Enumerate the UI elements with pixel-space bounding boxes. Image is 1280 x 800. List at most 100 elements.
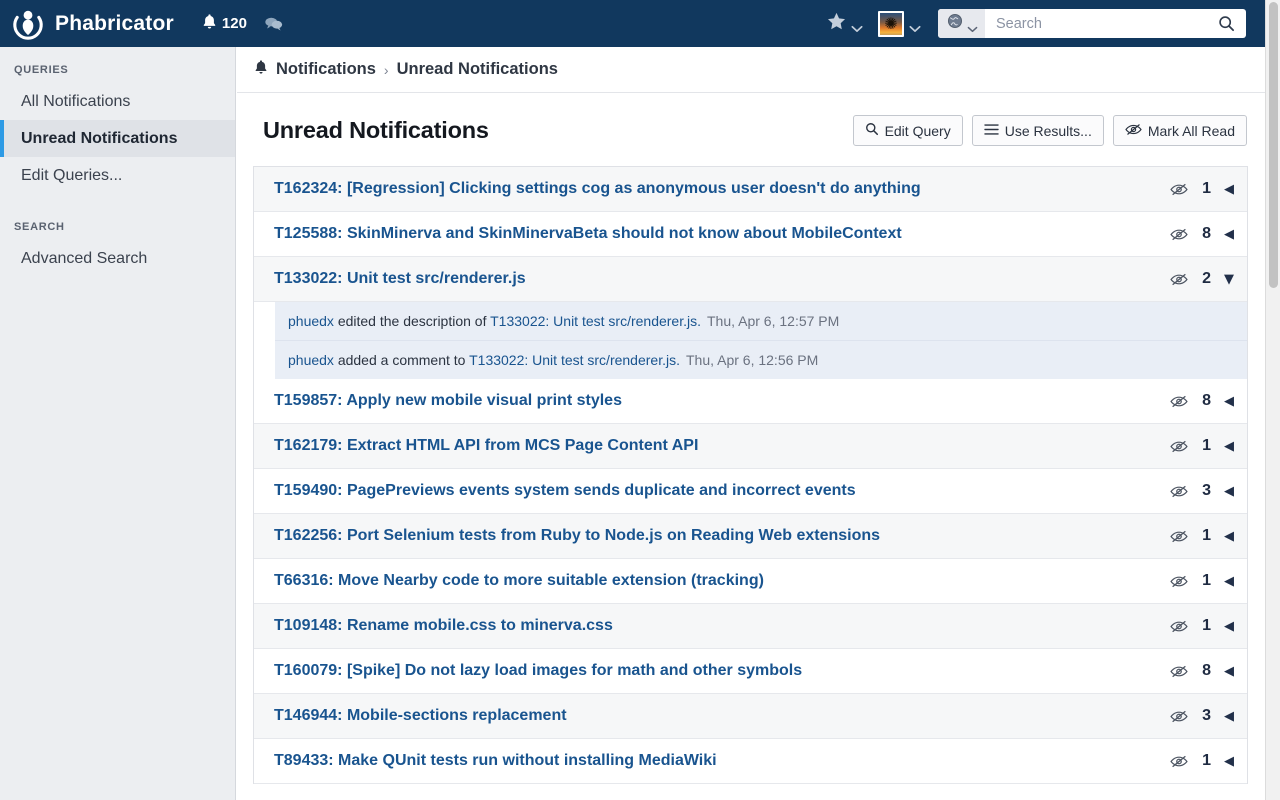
chevron-down-icon: [909, 20, 920, 27]
notification-row-controls: 1◀: [1170, 572, 1234, 590]
user-menu-button[interactable]: ✺: [870, 7, 928, 41]
edit-query-label: Edit Query: [885, 123, 951, 139]
wikimedia-logo-icon[interactable]: [10, 6, 46, 42]
notification-count-badge: 3: [1201, 482, 1211, 500]
chevron-down-icon: [967, 20, 978, 27]
eye-slash-icon[interactable]: [1170, 440, 1188, 453]
triangle-left-icon[interactable]: ◀: [1224, 755, 1234, 768]
notification-title-link[interactable]: T109148: Rename mobile.css to minerva.cs…: [274, 617, 613, 635]
sidebar-item-all-notifications[interactable]: All Notifications: [0, 83, 235, 120]
eye-slash-icon[interactable]: [1170, 273, 1188, 286]
notification-row-controls: 3◀: [1170, 482, 1234, 500]
global-search-box: [938, 9, 1246, 38]
eye-slash-icon[interactable]: [1170, 620, 1188, 633]
notification-title-link[interactable]: T159490: PagePreviews events system send…: [274, 482, 856, 500]
eye-slash-icon[interactable]: [1170, 228, 1188, 241]
eye-slash-icon[interactable]: [1170, 183, 1188, 196]
notification-count-badge: 8: [1201, 392, 1211, 410]
use-results-button[interactable]: Use Results...: [972, 115, 1104, 146]
main-content: Notifications › Unread Notifications Unr…: [237, 47, 1265, 800]
app-brand-name[interactable]: Phabricator: [55, 12, 174, 36]
notification-title-link[interactable]: T162324: [Regression] Clicking settings …: [274, 180, 921, 198]
triangle-left-icon[interactable]: ◀: [1224, 710, 1234, 723]
triangle-left-icon[interactable]: ◀: [1224, 228, 1234, 241]
triangle-left-icon[interactable]: ◀: [1224, 395, 1234, 408]
sidebar-section-header-search: SEARCH: [0, 221, 235, 233]
edit-query-button[interactable]: Edit Query: [853, 115, 963, 146]
notification-count-badge: 2: [1201, 270, 1211, 288]
page-header: Unread Notifications Edit Query Use R: [237, 93, 1265, 166]
scrollbar-thumb[interactable]: [1269, 2, 1278, 288]
search-icon[interactable]: [1212, 15, 1246, 32]
detail-timestamp: Thu, Apr 6, 12:56 PM: [686, 352, 818, 368]
notification-title-link[interactable]: T162179: Extract HTML API from MCS Page …: [274, 437, 698, 455]
eye-slash-icon[interactable]: [1170, 395, 1188, 408]
triangle-left-icon[interactable]: ◀: [1224, 575, 1234, 588]
notification-title-link[interactable]: T133022: Unit test src/renderer.js: [274, 270, 526, 288]
triangle-left-icon[interactable]: ◀: [1224, 485, 1234, 498]
notification-row[interactable]: T125588: SkinMinerva and SkinMinervaBeta…: [254, 212, 1247, 257]
notification-count-badge: 1: [1201, 752, 1211, 770]
notification-row[interactable]: T162179: Extract HTML API from MCS Page …: [254, 424, 1247, 469]
triangle-left-icon[interactable]: ◀: [1224, 440, 1234, 453]
bell-icon: [254, 59, 268, 80]
eye-slash-icon[interactable]: [1170, 710, 1188, 723]
sidebar-item-edit-queries[interactable]: Edit Queries...: [0, 157, 235, 194]
eye-slash-icon[interactable]: [1170, 755, 1188, 768]
notification-row[interactable]: T66316: Move Nearby code to more suitabl…: [254, 559, 1247, 604]
notification-row[interactable]: T160079: [Spike] Do not lazy load images…: [254, 649, 1247, 694]
notification-count-badge: 3: [1201, 707, 1211, 725]
search-icon: [865, 122, 879, 139]
breadcrumb-separator: ›: [384, 62, 389, 78]
eye-slash-icon[interactable]: [1170, 530, 1188, 543]
notification-row[interactable]: T146944: Mobile-sections replacement 3 ◀: [254, 694, 1247, 739]
notification-row-controls: 8◀: [1170, 225, 1234, 243]
triangle-left-icon[interactable]: ◀: [1224, 530, 1234, 543]
notification-row[interactable]: T159857: Apply new mobile visual print s…: [254, 379, 1247, 424]
chevron-down-icon: [851, 20, 862, 27]
notification-alerts-button[interactable]: 120: [202, 13, 247, 35]
search-scope-selector[interactable]: [938, 9, 985, 38]
detail-target-link[interactable]: T133022: Unit test src/renderer.js.: [490, 313, 701, 329]
sidebar-item-unread-notifications[interactable]: Unread Notifications: [0, 120, 235, 157]
chat-bubble-icon[interactable]: [264, 16, 283, 31]
detail-action-text: added a comment to: [334, 352, 469, 368]
notification-row-controls: 1◀: [1170, 527, 1234, 545]
page-scrollbar[interactable]: [1265, 0, 1280, 800]
notification-row[interactable]: T133022: Unit test src/renderer.js 2 ▼: [254, 257, 1247, 302]
notification-title-link[interactable]: T66316: Move Nearby code to more suitabl…: [274, 572, 764, 590]
mark-all-read-button[interactable]: Mark All Read: [1113, 115, 1247, 146]
notification-row[interactable]: T162324: [Regression] Clicking settings …: [254, 167, 1247, 212]
notification-title-link[interactable]: T146944: Mobile-sections replacement: [274, 707, 567, 725]
triangle-left-icon[interactable]: ◀: [1224, 620, 1234, 633]
eye-slash-icon: [1125, 123, 1142, 139]
eye-slash-icon[interactable]: [1170, 665, 1188, 678]
notification-title-link[interactable]: T125588: SkinMinerva and SkinMinervaBeta…: [274, 225, 902, 243]
notification-title-link[interactable]: T160079: [Spike] Do not lazy load images…: [274, 662, 802, 680]
detail-target-link[interactable]: T133022: Unit test src/renderer.js.: [469, 352, 680, 368]
detail-actor-link[interactable]: phuedx: [288, 352, 334, 368]
favorites-menu-button[interactable]: [819, 8, 870, 39]
sidebar-item-advanced-search[interactable]: Advanced Search: [0, 240, 235, 277]
notification-count-badge: 1: [1201, 572, 1211, 590]
notification-title-link[interactable]: T159857: Apply new mobile visual print s…: [274, 392, 622, 410]
search-input[interactable]: [985, 9, 1212, 38]
notification-row[interactable]: T162256: Port Selenium tests from Ruby t…: [254, 514, 1247, 559]
notification-row[interactable]: T109148: Rename mobile.css to minerva.cs…: [254, 604, 1247, 649]
triangle-left-icon[interactable]: ◀: [1224, 665, 1234, 678]
triangle-down-icon[interactable]: ▼: [1224, 273, 1234, 286]
notification-title-link[interactable]: T89433: Make QUnit tests run without ins…: [274, 752, 717, 770]
eye-slash-icon[interactable]: [1170, 485, 1188, 498]
eye-slash-icon[interactable]: [1170, 575, 1188, 588]
notification-count-badge: 1: [1201, 180, 1211, 198]
detail-actor-link[interactable]: phuedx: [288, 313, 334, 329]
triangle-left-icon[interactable]: ◀: [1224, 183, 1234, 196]
notification-row[interactable]: T89433: Make QUnit tests run without ins…: [254, 739, 1247, 784]
breadcrumb: Notifications › Unread Notifications: [237, 47, 1265, 93]
breadcrumb-item-unread-notifications: Unread Notifications: [397, 60, 558, 79]
notification-title-link[interactable]: T162256: Port Selenium tests from Ruby t…: [274, 527, 880, 545]
sidebar-section-header-queries: QUERIES: [0, 64, 235, 76]
breadcrumb-item-notifications[interactable]: Notifications: [276, 60, 376, 79]
notification-count-badge: 1: [1201, 617, 1211, 635]
notification-row[interactable]: T159490: PagePreviews events system send…: [254, 469, 1247, 514]
